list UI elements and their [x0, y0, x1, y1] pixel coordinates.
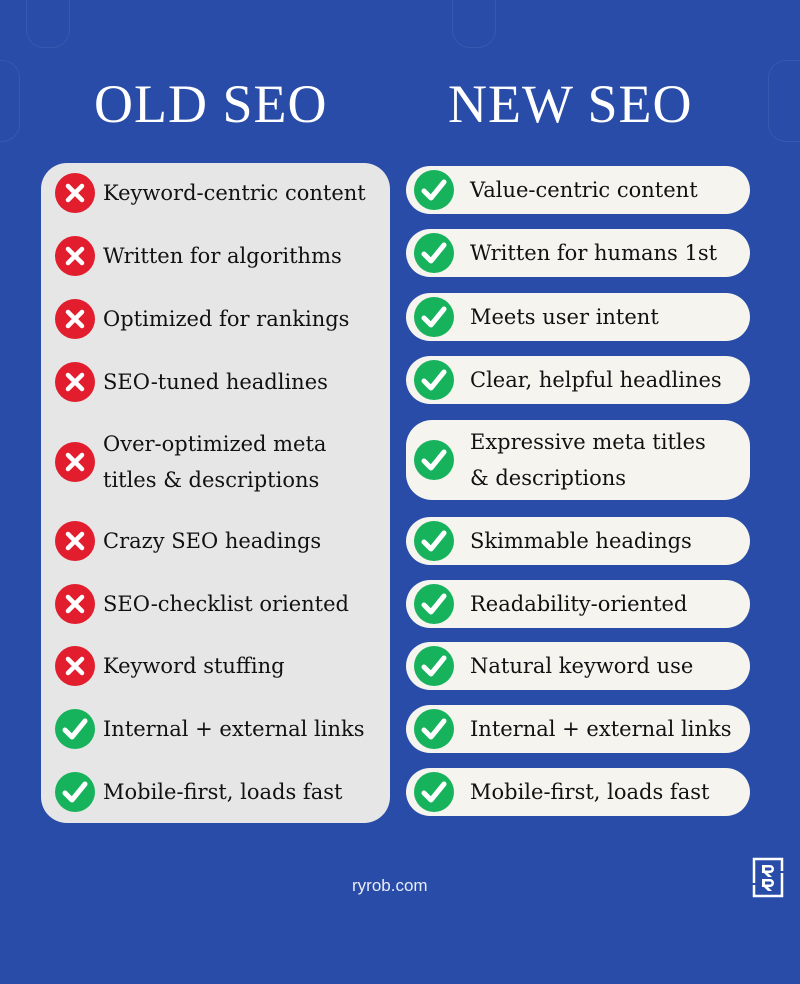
- item-label: Keyword stuffing: [103, 654, 285, 678]
- item-label: SEO-tuned headlines: [103, 370, 328, 394]
- cross-icon: [55, 362, 95, 402]
- new-seo-item: Value-centric content: [406, 166, 750, 214]
- cross-icon: [55, 521, 95, 561]
- decor-square: [26, 0, 70, 48]
- new-seo-item: Written for humans 1st: [406, 229, 750, 277]
- decor-square: [768, 60, 800, 142]
- check-icon: [414, 297, 454, 337]
- new-seo-item: Clear, helpful headlines: [406, 356, 750, 404]
- item-label: Written for algorithms: [103, 244, 342, 268]
- item-label: Skimmable headings: [470, 529, 692, 553]
- check-icon: [414, 521, 454, 561]
- cross-icon: [55, 236, 95, 276]
- item-label: Meets user intent: [470, 305, 659, 329]
- cross-icon: [55, 442, 95, 482]
- new-seo-item: Skimmable headings: [406, 517, 750, 565]
- item-label: Value-centric content: [470, 178, 698, 202]
- new-seo-item: Expressive meta titles & descriptions: [406, 420, 750, 500]
- new-seo-item: Mobile-first, loads fast: [406, 768, 750, 816]
- site-url: ryrob.com: [352, 876, 428, 895]
- decor-square: [452, 0, 496, 48]
- old-seo-item: Crazy SEO headings: [55, 520, 385, 562]
- item-label: Natural keyword use: [470, 654, 694, 678]
- item-label: Mobile-first, loads fast: [103, 780, 343, 804]
- new-seo-item: Internal + external links: [406, 705, 750, 753]
- cross-icon: [55, 299, 95, 339]
- old-seo-item: Written for algorithms: [55, 235, 385, 277]
- item-label: Internal + external links: [103, 717, 365, 741]
- check-icon: [414, 772, 454, 812]
- item-label: Keyword-centric content: [103, 181, 366, 205]
- item-label: Mobile-first, loads fast: [470, 780, 710, 804]
- check-icon: [414, 584, 454, 624]
- cross-icon: [55, 173, 95, 213]
- old-seo-item: Over-optimized meta titles & description…: [55, 420, 385, 504]
- check-icon: [55, 772, 95, 812]
- rr-logo-icon: [752, 857, 784, 898]
- item-label: Expressive meta titles & descriptions: [470, 430, 706, 490]
- check-icon: [55, 709, 95, 749]
- old-seo-item: Keyword stuffing: [55, 645, 385, 687]
- old-seo-item: Optimized for rankings: [55, 298, 385, 340]
- check-icon: [414, 709, 454, 749]
- item-label: SEO-checklist oriented: [103, 592, 349, 616]
- check-icon: [414, 440, 454, 480]
- item-label: Internal + external links: [470, 717, 732, 741]
- check-icon: [414, 170, 454, 210]
- item-label: Written for humans 1st: [470, 241, 718, 265]
- new-seo-heading: NEW SEO: [448, 74, 693, 134]
- old-seo-heading: OLD SEO: [94, 74, 328, 134]
- new-seo-item: Readability-oriented: [406, 580, 750, 628]
- item-label: Readability-oriented: [470, 592, 688, 616]
- old-seo-item: SEO-checklist oriented: [55, 583, 385, 625]
- old-seo-item: SEO-tuned headlines: [55, 361, 385, 403]
- old-seo-item: Mobile-first, loads fast: [55, 771, 385, 813]
- item-label: Optimized for rankings: [103, 307, 350, 331]
- item-label: Over-optimized meta titles & description…: [103, 432, 327, 492]
- item-label: Crazy SEO headings: [103, 529, 322, 553]
- cross-icon: [55, 646, 95, 686]
- decor-square: [0, 60, 20, 142]
- new-seo-item: Meets user intent: [406, 293, 750, 341]
- cross-icon: [55, 584, 95, 624]
- new-seo-item: Natural keyword use: [406, 642, 750, 690]
- check-icon: [414, 646, 454, 686]
- check-icon: [414, 360, 454, 400]
- item-label: Clear, helpful headlines: [470, 368, 722, 392]
- old-seo-item: Keyword-centric content: [55, 172, 385, 214]
- check-icon: [414, 233, 454, 273]
- old-seo-item: Internal + external links: [55, 708, 385, 750]
